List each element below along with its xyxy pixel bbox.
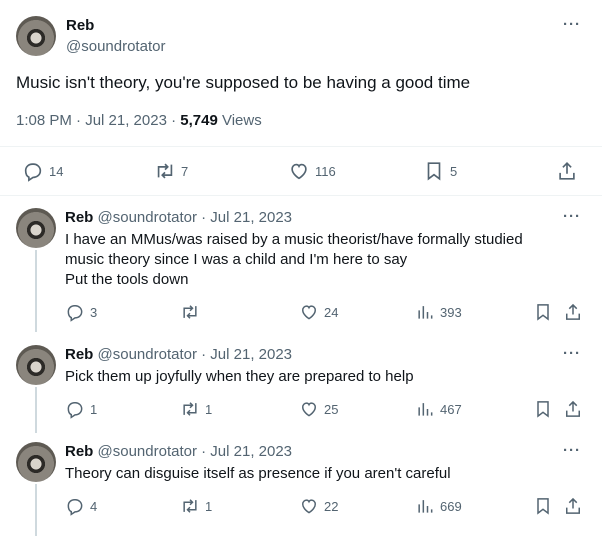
views-button[interactable]: 467 [415,399,462,419]
reply-handle-date[interactable]: @soundrotator · Jul 21, 2023 [98,209,293,226]
views-icon [418,306,433,319]
share-icon [559,162,575,180]
reply-header: Reb @soundrotator · Jul 21, 2023 [65,346,292,363]
like-count: 116 [315,163,336,179]
heart-icon [291,163,307,180]
views-count: 669 [440,498,462,514]
bookmark-count: 5 [450,163,458,179]
divider [0,146,602,147]
reply-count: 1 [90,401,98,417]
retweet-count: 7 [181,163,189,179]
bookmark-button[interactable]: 5 [423,160,457,182]
divider [0,195,602,196]
retweet-icon [183,305,197,319]
reply-text: Pick them up joyfully when they are prep… [65,367,585,387]
views-label: Views [217,112,262,129]
retweet-icon [183,402,197,416]
reply-icon [67,499,83,516]
share-button[interactable] [563,399,583,419]
avatar[interactable] [16,208,56,248]
more-icon[interactable]: ··· [563,16,581,33]
thread-line [35,250,37,332]
like-count: 22 [324,498,339,514]
reply-author-name[interactable]: Reb [65,443,93,460]
retweet-icon [157,163,173,179]
heart-icon [301,305,317,320]
reply-author-name[interactable]: Reb [65,209,93,226]
reply-text-line: Put the tools down [65,271,189,288]
reply-text-line: I have an MMus/was raised by a music the… [65,231,523,248]
author-name[interactable]: Reb [66,17,94,34]
reply-text-line: music theory since I was a child and I'm… [65,251,408,268]
retweet-button[interactable] [180,302,205,322]
reply-text: I have an MMus/was raised by a music the… [65,230,585,290]
retweet-button[interactable]: 1 [180,399,212,419]
bookmark-icon [537,498,549,515]
bookmark-icon [537,401,549,418]
reply-author-name[interactable]: Reb [65,346,93,363]
retweet-count: 1 [205,498,213,514]
reply-text: Theory can disguise itself as presence i… [65,464,585,484]
reply-count: 3 [90,304,98,320]
like-button[interactable]: 25 [299,399,338,419]
views-button[interactable]: 393 [415,302,462,322]
bookmark-icon [427,162,441,181]
retweet-button[interactable]: 7 [154,160,188,182]
share-icon [566,303,580,320]
reply-header: Reb @soundrotator · Jul 21, 2023 [65,443,292,460]
thread-line [35,484,37,536]
like-count: 24 [324,304,339,320]
heart-icon [301,402,317,417]
bookmark-button[interactable] [533,496,553,516]
like-count: 25 [324,401,339,417]
reply-handle-date[interactable]: @soundrotator · Jul 21, 2023 [98,346,293,363]
bookmark-button[interactable] [533,399,553,419]
reply-text-line: Pick them up joyfully when they are prep… [65,368,414,385]
heart-icon [301,499,317,514]
more-icon[interactable]: ··· [563,345,581,362]
reply-button[interactable]: 4 [65,496,97,516]
thread-line [35,387,37,433]
share-icon [566,497,580,514]
views-count: 393 [440,304,462,320]
reply-icon [67,305,83,322]
bookmark-button[interactable] [533,302,553,322]
like-button[interactable]: 116 [288,160,336,182]
retweet-count: 1 [205,401,213,417]
more-icon[interactable]: ··· [563,208,581,225]
avatar[interactable] [16,345,56,385]
share-button[interactable] [556,160,578,182]
author-handle[interactable]: @soundrotator [66,38,165,55]
share-icon [566,400,580,417]
share-button[interactable] [563,496,583,516]
reply-count: 14 [49,163,64,179]
avatar[interactable] [16,442,56,482]
views-icon [418,403,433,416]
tweet-text: Music isn't theory, you're supposed to b… [16,73,471,92]
reply-header: Reb @soundrotator · Jul 21, 2023 [65,209,292,226]
reply-icon [24,163,42,182]
views-button[interactable]: 669 [415,496,462,516]
more-icon[interactable]: ··· [563,442,581,459]
retweet-icon [183,499,197,513]
tweet-meta: 1:08 PM · Jul 21, 2023 · 5,749 Views [16,112,262,129]
retweet-button[interactable]: 1 [180,496,212,516]
reply-count: 4 [90,498,98,514]
reply-button[interactable]: 3 [65,302,97,322]
share-button[interactable] [563,302,583,322]
like-button[interactable]: 22 [299,496,338,516]
reply-text-line: Theory can disguise itself as presence i… [65,465,451,482]
like-button[interactable]: 24 [299,302,338,322]
avatar[interactable] [16,16,56,56]
tweet-timestamp[interactable]: 1:08 PM · Jul 21, 2023 · [16,112,180,129]
views-icon [418,500,433,513]
reply-button[interactable]: 1 [65,399,97,419]
bookmark-icon [537,304,549,321]
reply-icon [67,402,83,419]
reply-button[interactable]: 14 [22,160,63,182]
reply-handle-date[interactable]: @soundrotator · Jul 21, 2023 [98,443,293,460]
views-count: 5,749 [180,112,218,129]
views-count: 467 [440,401,462,417]
